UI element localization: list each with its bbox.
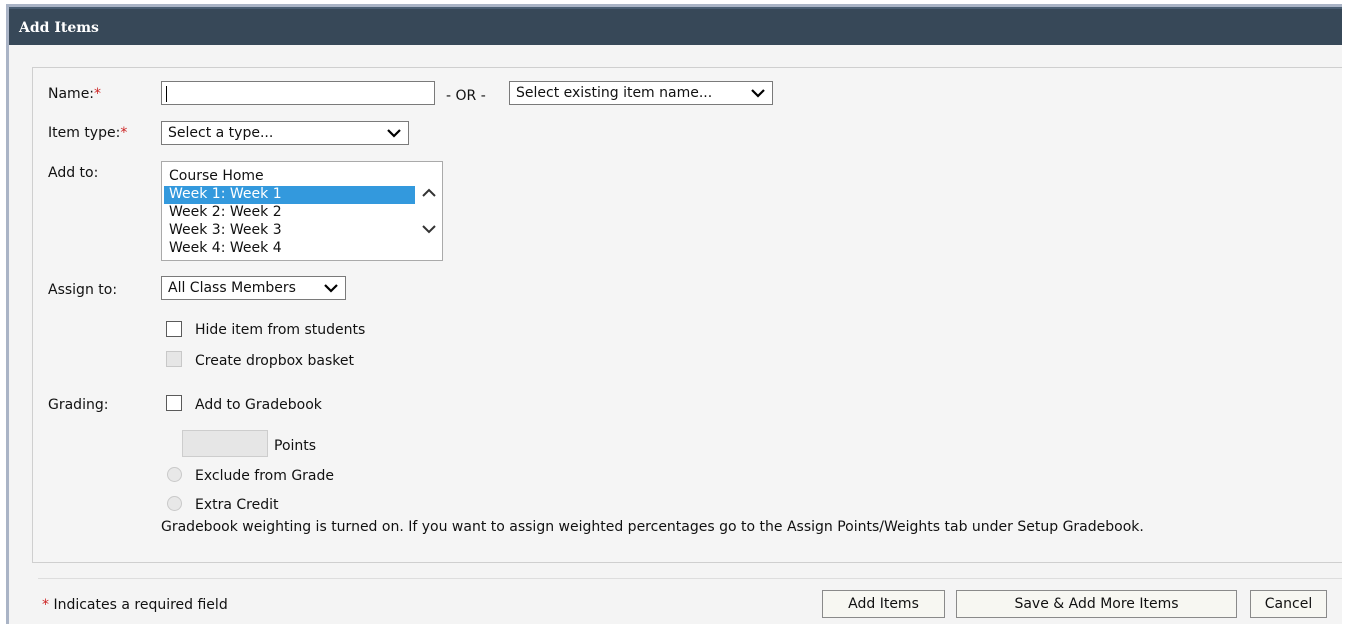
add-to-listbox[interactable]: Course Home Week 1: Week 1 Week 2: Week … (161, 161, 443, 261)
chevron-down-icon (324, 284, 338, 293)
hide-item-label: Hide item from students (195, 322, 366, 338)
dialog-title: Add Items (9, 7, 1342, 45)
required-marker: * (42, 597, 49, 613)
exclude-grade-label: Exclude from Grade (195, 468, 335, 484)
chevron-up-icon[interactable] (421, 186, 437, 200)
required-note-text: Indicates a required field (53, 597, 228, 613)
add-items-button[interactable]: Add Items (822, 590, 945, 618)
gradebook-label: Add to Gradebook (195, 397, 322, 413)
item-type-select[interactable]: Select a type... (161, 121, 409, 145)
chevron-down-icon (751, 89, 765, 98)
points-input (182, 430, 268, 457)
item-type-select-value: Select a type... (168, 125, 274, 141)
dropbox-checkbox (166, 351, 182, 367)
assign-to-select[interactable]: All Class Members (161, 276, 346, 300)
or-separator: - OR - (446, 88, 486, 104)
required-marker: * (120, 125, 128, 141)
footer-divider (38, 578, 1342, 579)
list-option[interactable]: Week 2: Week 2 (164, 204, 415, 222)
weighting-note: Gradebook weighting is turned on. If you… (161, 519, 1144, 535)
extra-credit-radio (167, 496, 182, 511)
required-note: * Indicates a required field (42, 597, 228, 613)
listbox-scrollbar[interactable] (416, 162, 442, 260)
list-option[interactable]: Course Home (164, 168, 415, 186)
existing-item-select-value: Select existing item name... (516, 85, 713, 101)
add-to-label: Add to: (48, 165, 99, 181)
save-add-more-button[interactable]: Save & Add More Items (956, 590, 1237, 618)
list-option-selected[interactable]: Week 1: Week 1 (164, 186, 415, 204)
name-input[interactable] (161, 81, 435, 105)
assign-to-select-value: All Class Members (168, 280, 296, 296)
extra-credit-label: Extra Credit (195, 497, 279, 513)
text-caret (166, 86, 167, 102)
dropbox-label: Create dropbox basket (195, 353, 354, 369)
name-label: Name:* (48, 86, 101, 102)
cancel-button[interactable]: Cancel (1250, 590, 1327, 618)
exclude-grade-radio (167, 467, 182, 482)
existing-item-select[interactable]: Select existing item name... (509, 81, 773, 105)
hide-item-checkbox[interactable] (166, 321, 182, 337)
item-type-label-text: Item type: (48, 125, 121, 141)
points-label: Points (274, 438, 317, 454)
required-marker: * (94, 86, 102, 102)
list-option[interactable]: Week 4: Week 4 (164, 240, 415, 258)
list-option[interactable]: Week 3: Week 3 (164, 222, 415, 240)
grading-label: Grading: (48, 397, 109, 413)
gradebook-checkbox[interactable] (166, 395, 182, 411)
chevron-down-icon[interactable] (421, 222, 437, 236)
assign-to-label: Assign to: (48, 282, 118, 298)
chevron-down-icon (387, 129, 401, 138)
item-type-label: Item type:* (48, 125, 127, 141)
name-label-text: Name: (48, 86, 95, 102)
